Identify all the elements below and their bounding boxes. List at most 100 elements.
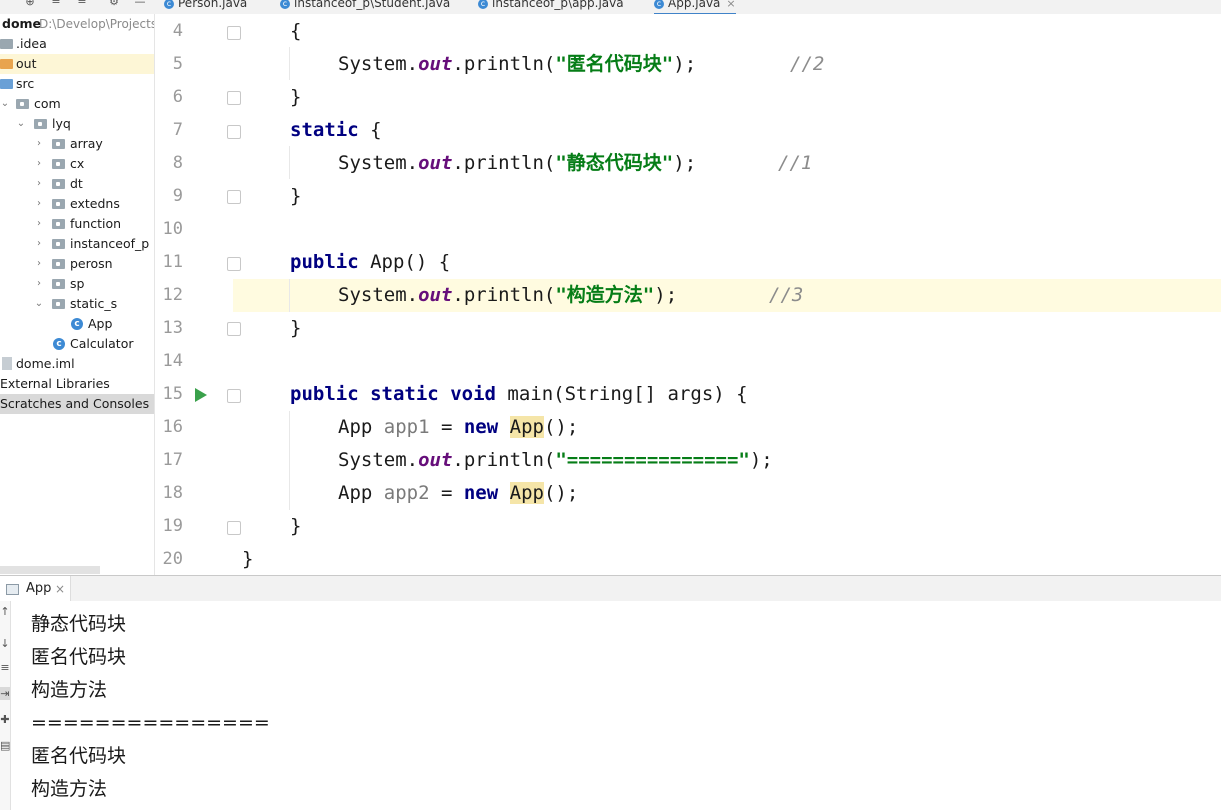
tab-person-java[interactable]: c Person.java [164,0,247,13]
code-line: { [290,20,302,42]
restore-layout-icon[interactable]: ≡ [0,661,10,674]
fold-marker-icon[interactable] [227,257,241,271]
chevron-right-icon[interactable]: › [34,234,44,254]
tree-item-instanceof-p[interactable]: › instanceof_p [0,234,154,254]
code-comment: //1 [778,152,813,174]
tree-item-external-libraries[interactable]: External Libraries [0,374,154,394]
fold-marker-icon[interactable] [227,190,241,204]
line-number-gutter: 4 5 6 7 8 9 10 11 12 13 14 15 16 17 18 1… [155,14,241,575]
tree-item-cx[interactable]: › cx [0,154,154,174]
tree-horizontal-scrollbar[interactable] [0,566,100,574]
run-config-icon [6,584,19,595]
package-icon [52,259,65,269]
chevron-down-icon[interactable]: ⌄ [0,94,10,114]
indent-guide [289,146,290,179]
pin-icon[interactable]: ✚ [0,713,10,726]
code-line: System.out.println("匿名代码块"); [338,53,697,75]
line-number: 5 [172,54,183,74]
code-line: System.out.println("静态代码块"); [338,152,697,174]
tree-item-out[interactable]: out [0,54,154,74]
minimize-icon[interactable]: — [134,0,146,8]
console-line: 构造方法 [31,679,108,701]
package-icon [16,99,29,109]
code-line: public App() { [290,251,451,273]
code-editor[interactable]: 4 5 6 7 8 9 10 11 12 13 14 15 16 17 18 1… [155,14,1221,575]
tree-item-sp[interactable]: › sp [0,274,154,294]
fold-marker-icon[interactable] [227,389,241,403]
chevron-right-icon[interactable]: › [34,254,44,274]
soft-wrap-icon[interactable]: ⇥ [0,687,10,700]
class-icon: c [654,0,664,9]
line-number: 4 [172,21,183,41]
close-tab-icon[interactable]: × [726,0,735,10]
line-number: 7 [172,120,183,140]
run-tool-window-header: App × [0,575,1221,603]
close-icon[interactable]: × [55,576,65,602]
code-line: static { [290,119,382,141]
chevron-down-icon[interactable]: ⌄ [34,294,44,314]
line-number: 11 [162,252,183,272]
chevron-right-icon[interactable]: › [34,194,44,214]
tree-item-scratches[interactable]: Scratches and Consoles [0,394,154,414]
package-icon [52,279,65,289]
tree-item-perosn[interactable]: › perosn [0,254,154,274]
stop-icon[interactable]: ↓ [0,637,10,650]
line-number: 14 [162,351,183,371]
run-gutter-icon[interactable] [195,388,207,402]
tree-item-function[interactable]: › function [0,214,154,234]
fold-marker-icon[interactable] [227,125,241,139]
console-line: 匿名代码块 [31,646,127,668]
package-icon [52,239,65,249]
class-icon: c [478,0,488,9]
tree-item-dt[interactable]: › dt [0,174,154,194]
tree-root[interactable]: dome D:\Develop\Projects [0,14,154,34]
tab-student-java[interactable]: c instanceof_p\Student.java [280,0,450,13]
indent-guide [289,47,290,80]
gear-icon[interactable]: ⚙ [108,0,120,8]
tree-item-array[interactable]: › array [0,134,154,154]
chevron-down-icon[interactable]: ⌄ [16,114,26,134]
collapse-all-icon[interactable]: ≚ [50,0,62,8]
tree-item-lyq[interactable]: ⌄ lyq [0,114,154,134]
chevron-right-icon[interactable]: › [34,154,44,174]
line-number: 16 [162,417,183,437]
editor-tab-bar: ⊕ ≚ ≛ ⚙ — c Person.java c instanceof_p\Stu… [0,0,1221,15]
package-icon [52,219,65,229]
code-line: System.out.println("构造方法"); [338,284,678,306]
chevron-right-icon[interactable]: › [34,214,44,234]
chevron-right-icon[interactable]: › [34,274,44,294]
expand-all-icon[interactable]: ≛ [76,0,88,8]
code-line: } [242,548,254,570]
tree-item-idea[interactable]: .idea [0,34,154,54]
line-number: 19 [162,516,183,536]
print-icon[interactable]: ▤ [0,739,10,752]
tree-item-app[interactable]: c App [0,314,154,334]
code-comment: //2 [790,53,825,75]
tree-item-src[interactable]: src [0,74,154,94]
chevron-right-icon[interactable]: › [34,174,44,194]
fold-marker-icon[interactable] [227,91,241,105]
folder-icon [0,59,13,69]
tree-item-dome-iml[interactable]: dome.iml [0,354,154,374]
chevron-right-icon[interactable]: › [34,134,44,154]
fold-marker-icon[interactable] [227,521,241,535]
line-number: 6 [172,87,183,107]
package-icon [52,179,65,189]
fold-marker-icon[interactable] [227,322,241,336]
fold-marker-icon[interactable] [227,26,241,40]
project-tree: dome D:\Develop\Projects .idea out src ⌄… [0,14,155,575]
console-output[interactable]: 静态代码块 匿名代码块 构造方法 =============== 匿名代码块 构… [11,601,1221,810]
tree-item-com[interactable]: ⌄ com [0,94,154,114]
rerun-icon[interactable]: ↑ [0,605,10,618]
code-line: public static void main(String[] args) { [290,383,748,405]
tree-item-extedns[interactable]: › extedns [0,194,154,214]
tree-item-static-s[interactable]: ⌄ static_s [0,294,154,314]
target-icon[interactable]: ⊕ [24,0,36,8]
tree-item-calculator[interactable]: c Calculator [0,334,154,354]
run-side-toolbar: ↑ ↓ ≡ ⇥ ✚ ▤ [0,601,11,810]
line-number: 12 [162,285,183,305]
run-tab-app[interactable]: App × [0,576,71,602]
tab-app-java-instanceof[interactable]: c instanceof_p\app.java [478,0,624,13]
tab-app-java[interactable]: c App.java × [654,0,736,14]
code-line: } [290,86,302,108]
